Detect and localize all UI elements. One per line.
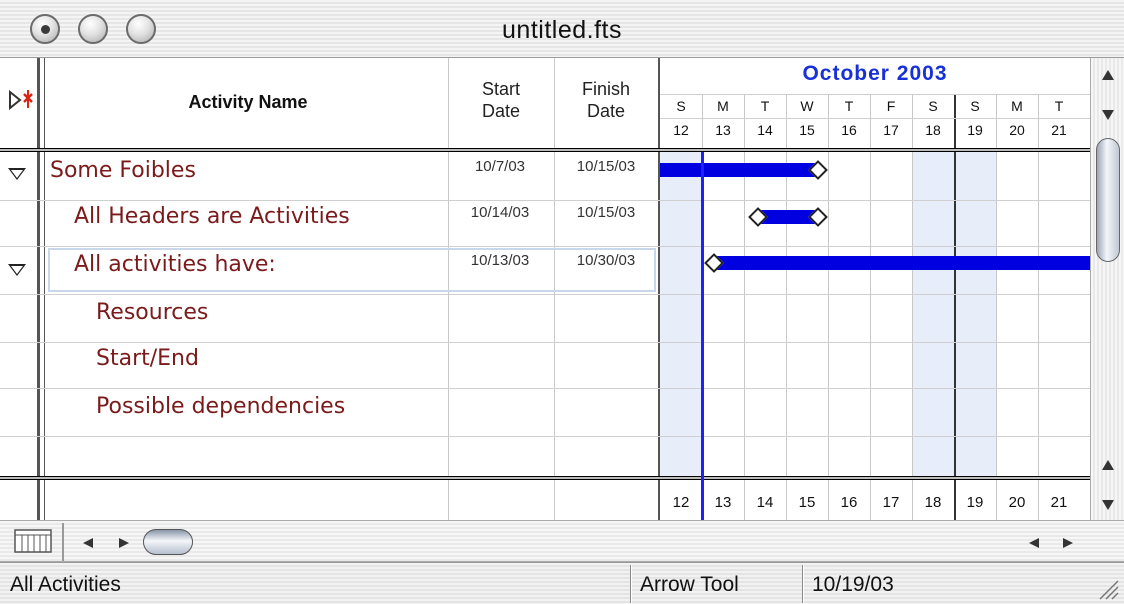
footer-day-number: 18 [924, 494, 942, 511]
day-letter: W [800, 98, 814, 114]
footer-day-number: 20 [1008, 494, 1026, 511]
activity-row-name[interactable]: All Headers are Activities [74, 204, 350, 229]
day-number: 21 [1051, 122, 1067, 138]
day-number: 16 [841, 122, 857, 138]
title-bar: untitled.fts [0, 0, 1124, 58]
activity-row-name[interactable]: Resources [96, 300, 208, 325]
day-number: 19 [967, 122, 983, 138]
tool-label: Arrow Tool [640, 573, 739, 596]
finish-header-line1: Finish [581, 79, 630, 99]
footer-day-number: 14 [756, 494, 774, 511]
day-number: 14 [757, 122, 773, 138]
finish-date-header[interactable]: Finish Date [554, 78, 658, 122]
day-letter: M [1011, 98, 1023, 114]
day-number: 15 [799, 122, 815, 138]
resize-grip-icon[interactable] [1096, 577, 1120, 604]
day-letter: S [928, 98, 938, 114]
scroll-down-arrow-icon[interactable] [1101, 498, 1115, 516]
filter-label[interactable]: All Activities [10, 573, 121, 597]
finish-header-line2: Date [586, 101, 626, 121]
date-readout: 10/19/03 [812, 573, 894, 596]
status-bar: All Activities Arrow Tool 10/19/03 [0, 562, 1124, 604]
activity-name-header[interactable]: Activity Name [48, 92, 448, 113]
scroll-left-arrow-icon[interactable] [82, 536, 94, 554]
footer-day-number: 13 [714, 494, 732, 511]
footer-day-number: 12 [672, 494, 690, 511]
footer-day-number: 15 [798, 494, 816, 511]
start-header-line2: Date [481, 101, 521, 121]
day-number: 20 [1009, 122, 1025, 138]
day-letter: F [886, 98, 896, 114]
horizontal-scroll-thumb[interactable] [143, 529, 193, 555]
day-number: 13 [715, 122, 731, 138]
scroll-right-arrow-icon[interactable] [118, 536, 130, 554]
window-title: untitled.fts [502, 16, 622, 44]
activity-row-name[interactable]: All activities have: [74, 252, 276, 277]
day-letter: T [1054, 98, 1064, 114]
start-date-cell[interactable]: 10/7/03 [448, 158, 552, 175]
day-number: 17 [883, 122, 899, 138]
finish-date-cell[interactable]: 10/15/03 [554, 158, 658, 175]
current-date-line [701, 152, 704, 520]
scroll-up-arrow-icon[interactable] [1101, 68, 1115, 86]
gantt-grid: Activity Name Start Date Finish Date Oct… [0, 58, 1124, 520]
collapse-outline-icon[interactable] [6, 86, 36, 116]
day-letter: T [844, 98, 854, 114]
scroll-right-arrow-icon[interactable] [1062, 536, 1074, 554]
start-date-header[interactable]: Start Date [448, 78, 554, 122]
day-letter: M [717, 98, 729, 114]
disclosure-triangle-icon[interactable] [8, 168, 26, 180]
start-date-cell[interactable]: 10/14/03 [448, 204, 552, 221]
activity-row-name[interactable]: Possible dependencies [96, 394, 345, 419]
activity-row-name[interactable]: Some Foibles [50, 158, 196, 183]
vertical-scrollbar[interactable] [1090, 58, 1124, 520]
vertical-scroll-thumb[interactable] [1096, 138, 1120, 262]
footer-day-number: 16 [840, 494, 858, 511]
disclosure-triangle-icon[interactable] [8, 264, 26, 276]
finish-date-cell[interactable]: 10/15/03 [554, 204, 658, 221]
start-date-cell[interactable]: 10/13/03 [448, 252, 552, 269]
scroll-up-arrow-icon[interactable] [1101, 458, 1115, 476]
footer-day-number: 17 [882, 494, 900, 511]
month-label: October 2003 [802, 62, 948, 85]
day-letter: T [760, 98, 770, 114]
calendar-grid-icon[interactable] [14, 529, 52, 558]
day-number: 18 [925, 122, 941, 138]
finish-date-cell[interactable]: 10/30/03 [554, 252, 658, 269]
scroll-down-arrow-icon[interactable] [1101, 108, 1115, 126]
horizontal-scrollbar[interactable] [0, 520, 1124, 562]
day-letter: S [676, 98, 686, 114]
gantt-bar[interactable] [660, 163, 818, 177]
day-number: 12 [673, 122, 689, 138]
gantt-bar[interactable] [714, 256, 1090, 270]
scroll-left-arrow-icon[interactable] [1028, 536, 1040, 554]
day-letter: S [970, 98, 980, 114]
footer-day-number: 21 [1050, 494, 1068, 511]
start-header-line1: Start [481, 79, 520, 99]
footer-day-number: 19 [966, 494, 984, 511]
activity-row-name[interactable]: Start/End [96, 346, 199, 371]
